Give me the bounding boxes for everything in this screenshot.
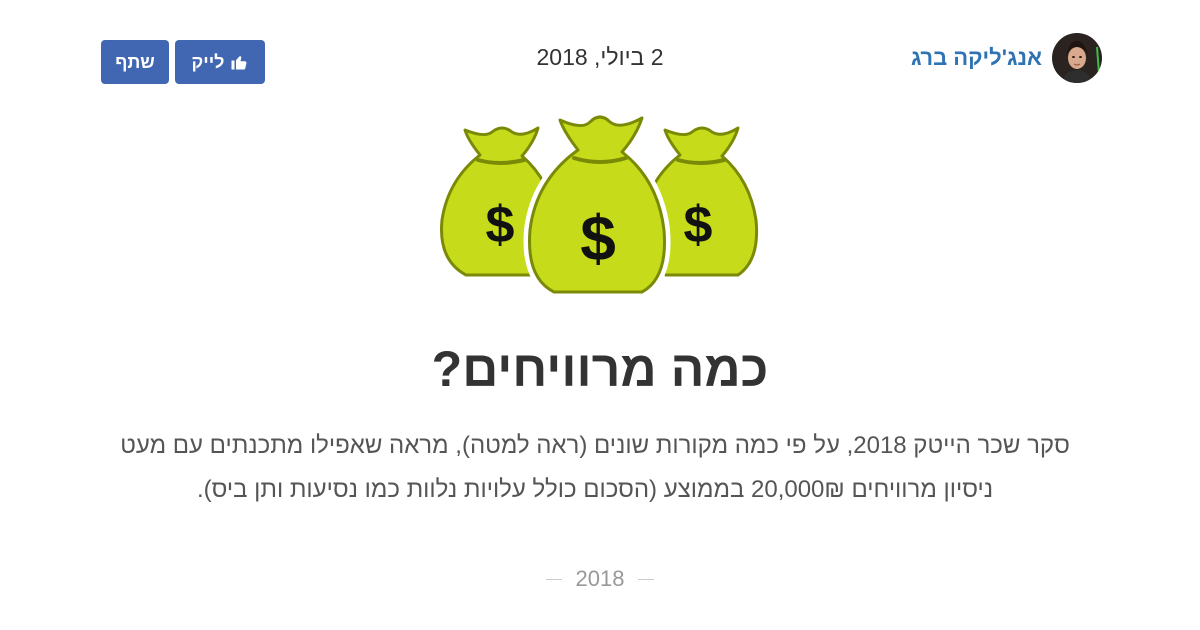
dollar-sign-center: $ [580, 202, 616, 274]
money-bag-center: $ [523, 111, 671, 298]
thumbs-up-icon [231, 56, 247, 70]
social-buttons: שתף לייק [101, 40, 265, 84]
article-description: סקר שכר הייטק 2018, על פי כמה מקורות שונ… [120, 432, 1070, 503]
divider-line-right [638, 578, 655, 580]
like-button[interactable]: לייק [175, 40, 265, 84]
share-button-label: שתף [115, 51, 155, 72]
dollar-sign-left: $ [486, 196, 515, 254]
dollar-sign-right: $ [684, 196, 713, 254]
money-bags-icon: $ $ $ [436, 111, 762, 298]
like-button-label: לייק [191, 51, 225, 72]
page-title: כמה מרוויחים? [431, 341, 769, 397]
footer-year: 2018 [575, 566, 625, 591]
year-divider: 2018 [0, 566, 1200, 592]
share-button[interactable]: שתף [101, 40, 169, 84]
divider-line-left [545, 578, 562, 580]
